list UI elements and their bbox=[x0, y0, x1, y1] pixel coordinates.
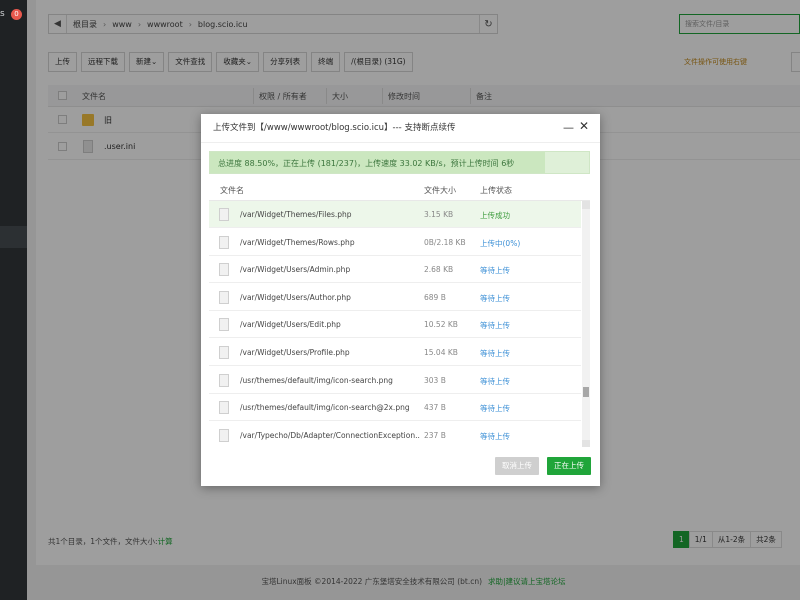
upload-file-size: 10.52 KB bbox=[424, 320, 458, 330]
col-upload-size: 文件大小 bbox=[424, 186, 456, 195]
upload-file-status: 等待上传 bbox=[480, 293, 510, 303]
scrollbar[interactable] bbox=[582, 201, 590, 447]
upload-file-path: /var/Typecho/Db/Adapter/ConnectionExcept… bbox=[240, 430, 420, 440]
notification-badge[interactable]: 0 bbox=[11, 9, 22, 20]
upload-row: /usr/themes/default/img/icon-search@2x.p… bbox=[209, 394, 581, 422]
upload-file-size: 689 B bbox=[424, 292, 446, 302]
upload-file-size: 3.15 KB bbox=[424, 210, 454, 219]
upload-file-size: 303 B bbox=[424, 375, 446, 385]
upload-file-path: /var/Widget/Themes/Rows.php bbox=[240, 237, 355, 247]
upload-row: /var/Widget/Users/Profile.php 15.04 KB 等待上… bbox=[209, 339, 581, 366]
file-icon bbox=[219, 428, 229, 442]
col-upload-filename: 文件名 bbox=[220, 186, 244, 195]
upload-file-size: 2.68 KB bbox=[424, 265, 454, 275]
upload-row: /var/Widget/Themes/Rows.php 0B/2.18 KB 上传中… bbox=[209, 229, 581, 256]
file-icon bbox=[219, 318, 229, 332]
upload-file-path: /usr/themes/default/img/icon-search.png bbox=[240, 375, 393, 385]
upload-row: /usr/themes/default/img/icon-search.png 3… bbox=[209, 367, 581, 394]
upload-list[interactable]: /var/Typecho/Db/Adapter/ConnectionExcept… bbox=[209, 200, 590, 447]
upload-file-size: 437 B bbox=[424, 403, 446, 413]
upload-file-path: /var/Widget/Themes/Files.php bbox=[240, 210, 352, 219]
close-icon[interactable]: ✕ bbox=[579, 119, 589, 133]
file-icon bbox=[219, 373, 229, 387]
file-icon bbox=[219, 208, 229, 221]
upload-row: /var/Widget/Users/Author.php 689 B 等待上传 bbox=[209, 284, 581, 311]
file-icon bbox=[219, 290, 229, 304]
file-icon bbox=[219, 346, 229, 359]
upload-list-header: 文件名 文件大小 上传状态 bbox=[209, 178, 590, 200]
upload-file-path: /var/Widget/Users/Profile.php bbox=[240, 348, 350, 357]
sidebar-item-files[interactable] bbox=[0, 226, 27, 248]
file-icon bbox=[219, 401, 229, 415]
start-upload-button[interactable]: 正在上传 bbox=[547, 457, 591, 475]
upload-dialog: 上传文件到【/www/wwwroot/blog.scio.icu】--- 支持断… bbox=[201, 114, 600, 486]
minimize-icon[interactable]: — bbox=[563, 121, 574, 134]
upload-file-status: 等待上传 bbox=[480, 376, 510, 386]
upload-file-status: 等待上传 bbox=[480, 349, 510, 358]
progress-text: 总进度 88.50%，正在上传 (181/237)，上传速度 33.02 KB/… bbox=[218, 159, 515, 168]
upload-file-path: /var/Widget/Users/Edit.php bbox=[240, 320, 341, 330]
upload-file-size: 15.04 KB bbox=[424, 348, 458, 357]
scroll-up-icon[interactable] bbox=[582, 201, 590, 209]
upload-file-path: /var/Widget/Users/Author.php bbox=[240, 292, 351, 302]
upload-file-path: /var/Widget/Users/Admin.php bbox=[240, 265, 351, 275]
upload-file-status: 等待上传 bbox=[480, 266, 510, 276]
upload-file-status: 等待上传 bbox=[480, 431, 510, 441]
upload-file-path: /usr/themes/default/img/icon-search@2x.p… bbox=[240, 403, 410, 413]
upload-file-status: 等待上传 bbox=[480, 404, 510, 414]
file-icon bbox=[219, 263, 229, 277]
dialog-title: 上传文件到【/www/wwwroot/blog.scio.icu】--- 支持断… bbox=[201, 114, 600, 143]
upload-file-size: 0B/2.18 KB bbox=[424, 237, 466, 247]
upload-row: /var/Widget/Users/Edit.php 10.52 KB 等待上传 bbox=[209, 311, 581, 339]
col-upload-status: 上传状态 bbox=[480, 186, 512, 195]
upload-file-size: 237 B bbox=[424, 430, 446, 440]
sidebar: s 0 bbox=[0, 0, 27, 600]
upload-file-status: 上传中(0%) bbox=[480, 238, 521, 248]
scrollbar-thumb[interactable] bbox=[583, 387, 589, 397]
cancel-upload-button[interactable]: 取消上传 bbox=[495, 457, 539, 475]
scroll-down-icon[interactable] bbox=[582, 440, 590, 447]
file-icon bbox=[219, 235, 229, 249]
upload-progress: 总进度 88.50%，正在上传 (181/237)，上传速度 33.02 KB/… bbox=[209, 151, 590, 174]
upload-row: /var/Widget/Users/Admin.php 2.68 KB 等待上传 bbox=[209, 256, 581, 284]
sidebar-text: s bbox=[0, 9, 5, 19]
upload-row: /var/Typecho/Db/Adapter/ConnectionExcept… bbox=[209, 422, 581, 447]
upload-file-status: 等待上传 bbox=[480, 321, 510, 331]
upload-row: /var/Widget/Themes/Files.php 3.15 KB 上传成功 bbox=[209, 201, 581, 228]
upload-file-status: 上传成功 bbox=[480, 211, 510, 220]
